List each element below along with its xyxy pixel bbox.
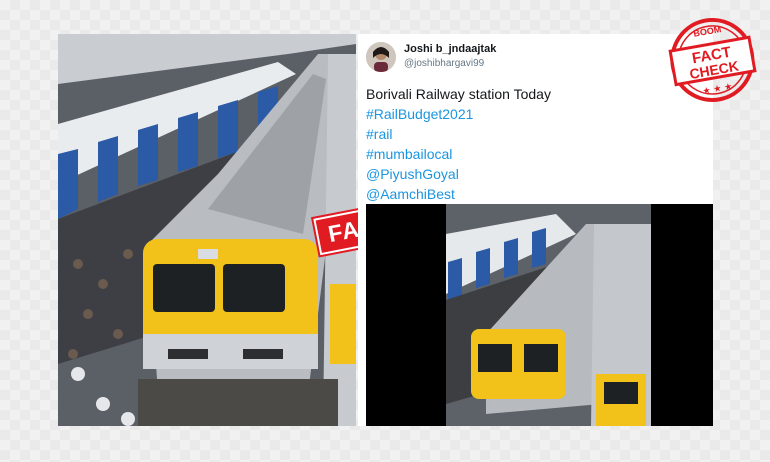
mention-aamchibest[interactable]: @AamchiBest <box>366 184 551 204</box>
author-name[interactable]: Joshi b_jndaajtak <box>404 43 496 55</box>
fact-check-stamp: BOOM FACT CHECK ★ ★ ★ <box>662 4 762 112</box>
fact-check-boom-label: BOOM <box>693 24 722 39</box>
train-photo <box>58 34 356 426</box>
author-handle[interactable]: @joshibhargavi99 <box>404 58 484 69</box>
tweet-card: Joshi b_jndaajtak @joshibhargavi99 Boriv… <box>358 34 713 426</box>
hashtag-mumbailocal[interactable]: #mumbailocal <box>366 144 551 164</box>
tweet-video-frame <box>366 204 713 426</box>
tweet-text-line: Borivali Railway station Today <box>366 86 551 102</box>
avatar-image <box>366 42 396 72</box>
mention-piyushgoyal[interactable]: @PiyushGoyal <box>366 164 551 184</box>
fact-check-icon: BOOM FACT CHECK ★ ★ ★ <box>668 17 757 102</box>
avatar[interactable] <box>366 42 396 72</box>
tweet-text: Borivali Railway station Today #RailBudg… <box>366 84 551 204</box>
train-photo-illustration <box>58 34 356 426</box>
hashtag-rail[interactable]: #rail <box>366 124 551 144</box>
hashtag-railbudget2021[interactable]: #RailBudget2021 <box>366 104 551 124</box>
tweet-video[interactable] <box>366 204 713 426</box>
